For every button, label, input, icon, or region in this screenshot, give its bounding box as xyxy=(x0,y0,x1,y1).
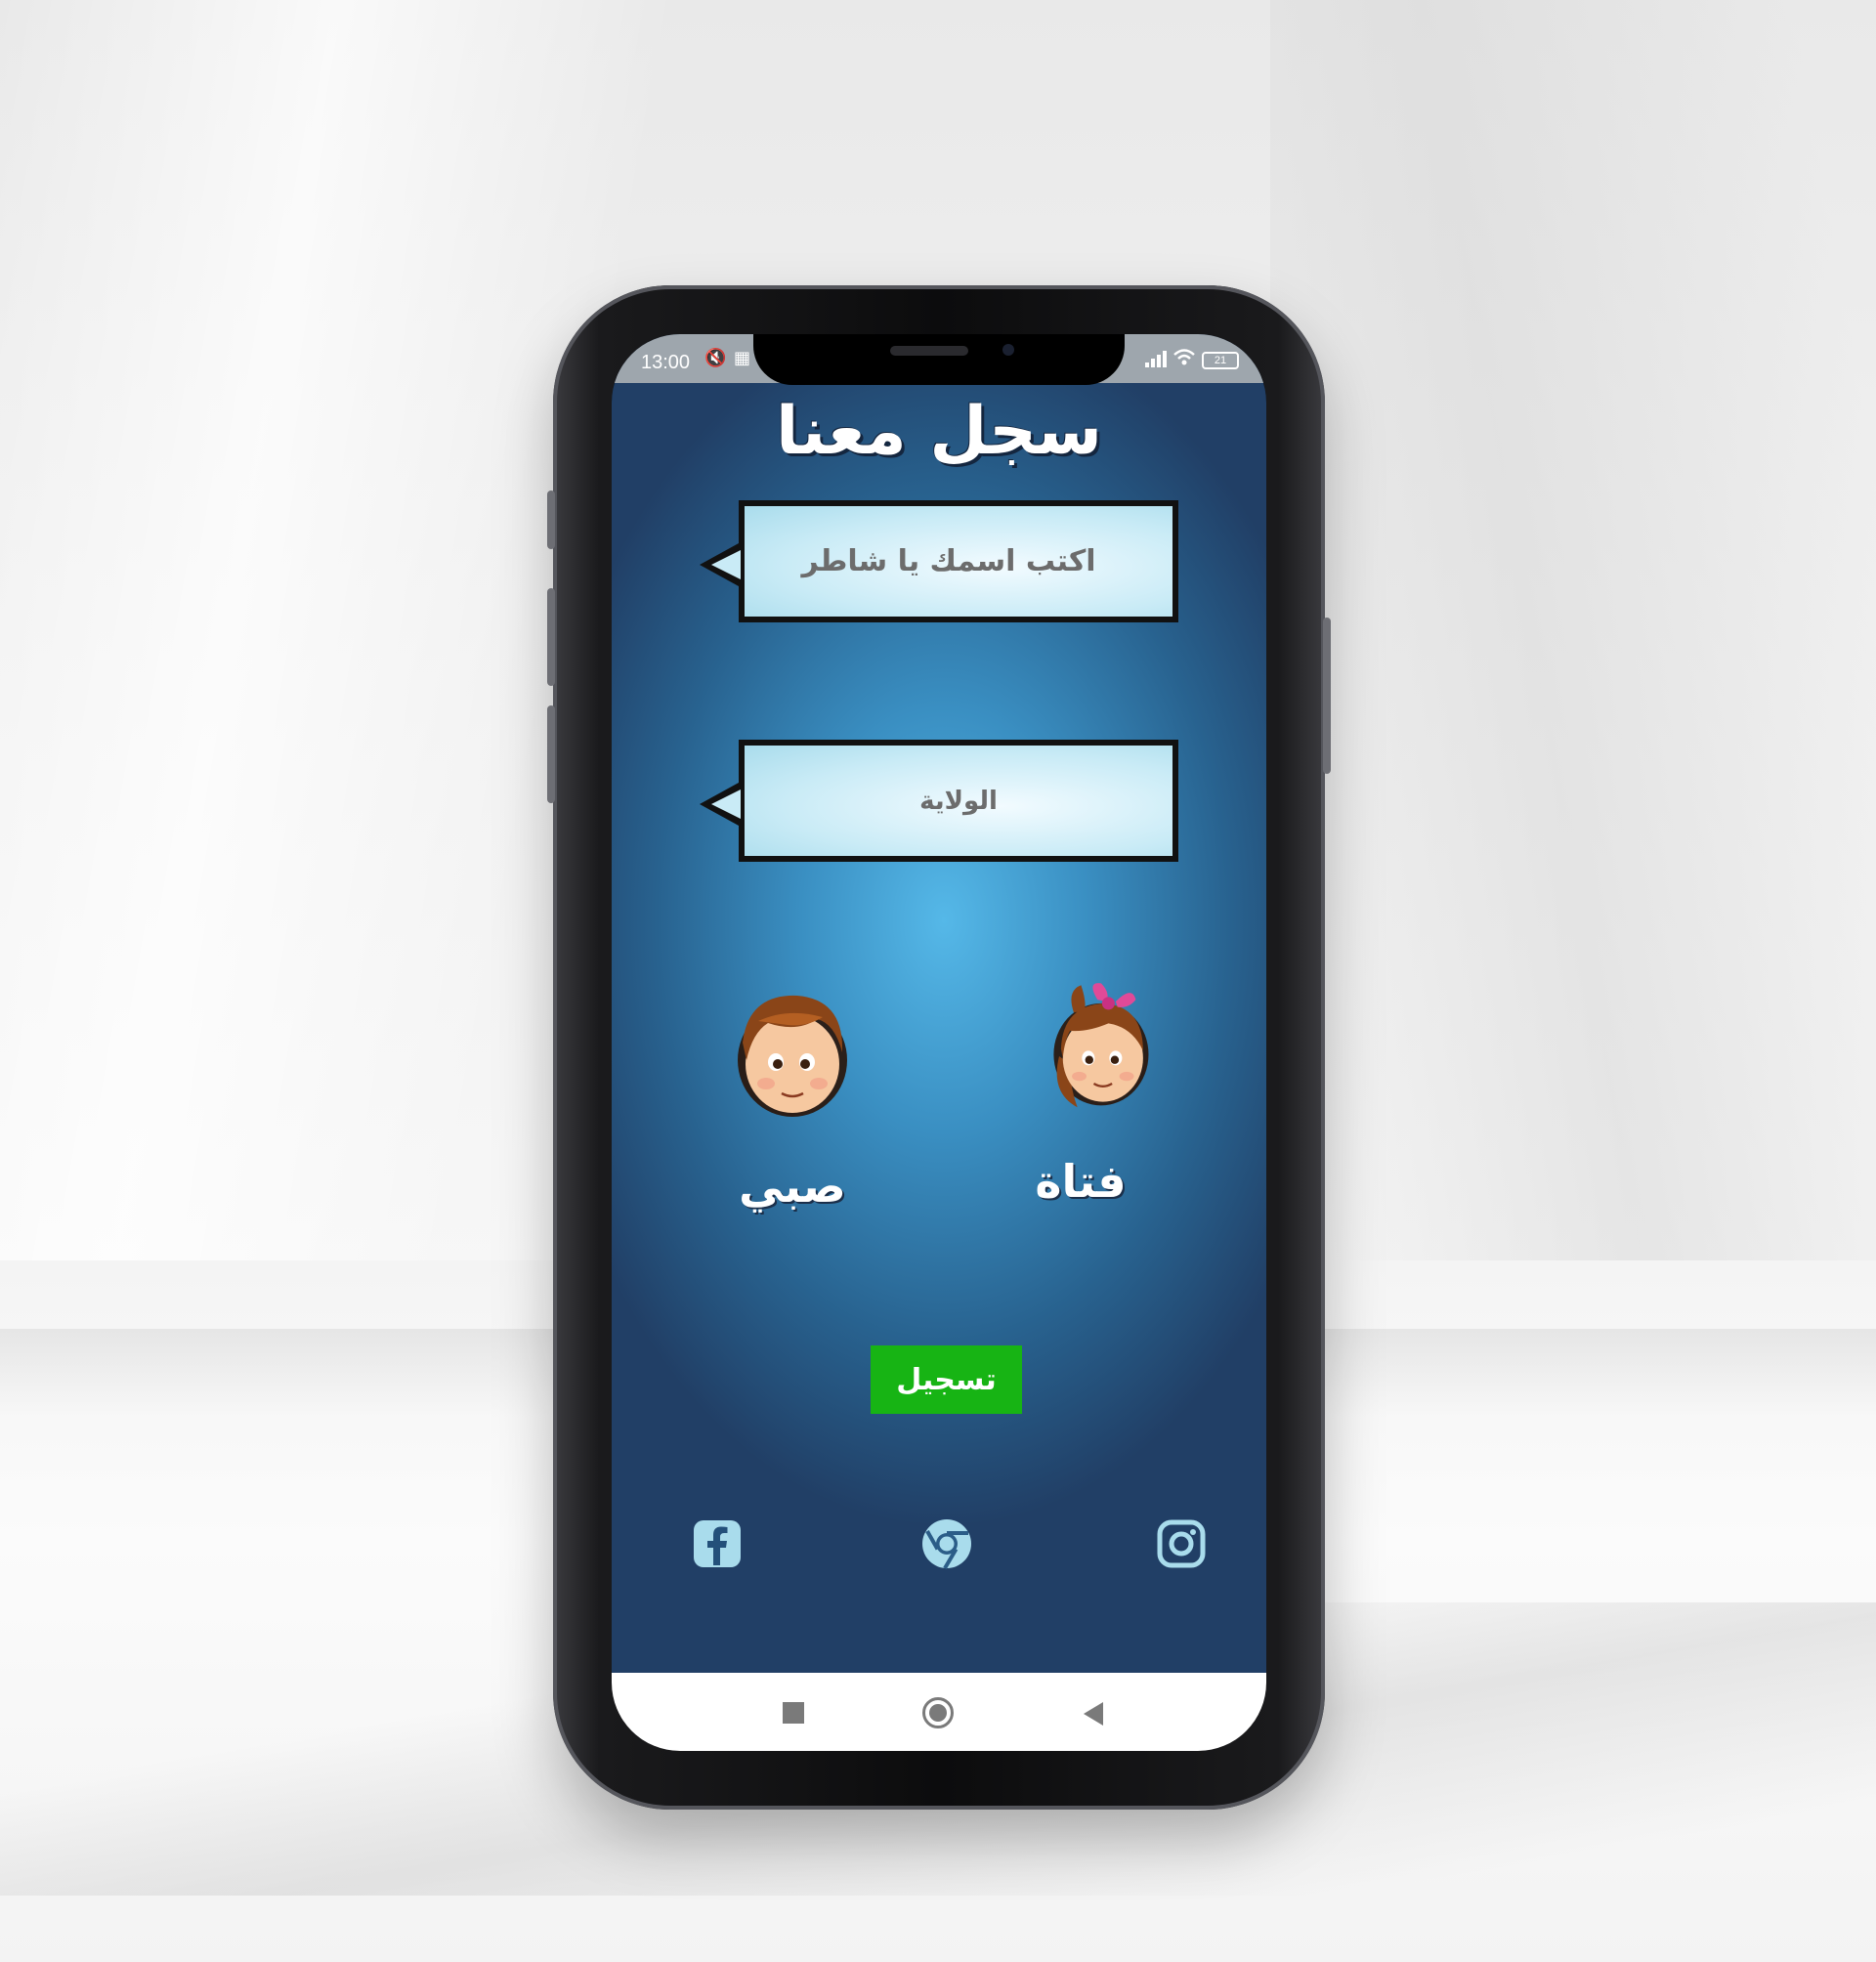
status-time: 13:00 xyxy=(641,352,691,373)
instagram-icon[interactable] xyxy=(1154,1516,1209,1571)
state-input[interactable]: الولاية xyxy=(700,740,1178,862)
volume-up-button xyxy=(547,588,555,686)
home-circle-icon[interactable] xyxy=(922,1697,954,1728)
recents-square-icon[interactable] xyxy=(783,1702,804,1724)
phone-device: سجل معنا اكتب اسمك يا شاطر الولاية صبي ف… xyxy=(547,285,1331,1810)
signal-icon xyxy=(1145,351,1167,367)
background-shadow-fold xyxy=(1270,0,1876,1270)
girl-option-label[interactable]: فتاة xyxy=(983,1155,1178,1208)
volume-down-button xyxy=(547,705,555,803)
wifi-icon xyxy=(1173,349,1195,365)
front-camera xyxy=(1002,344,1014,356)
mute-icon: 🔇 xyxy=(704,348,727,368)
battery-icon: 21 xyxy=(1202,352,1239,369)
chrome-icon[interactable] xyxy=(919,1516,974,1571)
boy-option-label[interactable]: صبي xyxy=(695,1160,890,1213)
mute-switch xyxy=(547,490,555,549)
state-input-placeholder: الولاية xyxy=(919,786,998,816)
phone-screen: سجل معنا اكتب اسمك يا شاطر الولاية صبي ف… xyxy=(612,334,1266,1751)
registration-screen: سجل معنا اكتب اسمك يا شاطر الولاية صبي ف… xyxy=(612,334,1266,1673)
back-triangle-icon[interactable] xyxy=(1084,1702,1103,1726)
boy-avatar-icon[interactable] xyxy=(729,984,856,1121)
name-input-placeholder: اكتب اسمك يا شاطر xyxy=(801,544,1096,578)
name-input[interactable]: اكتب اسمك يا شاطر xyxy=(700,500,1178,622)
page-title: سجل معنا xyxy=(775,393,1103,470)
phone-notch xyxy=(753,334,1125,385)
earpiece-speaker xyxy=(890,346,968,356)
grid-icon: ▦ xyxy=(734,348,751,368)
register-button[interactable]: تسجيل xyxy=(871,1345,1022,1414)
girl-avatar-icon[interactable] xyxy=(1037,974,1164,1111)
navigation-bar xyxy=(612,1673,1266,1751)
power-button xyxy=(1323,618,1331,774)
facebook-icon[interactable] xyxy=(690,1516,745,1571)
